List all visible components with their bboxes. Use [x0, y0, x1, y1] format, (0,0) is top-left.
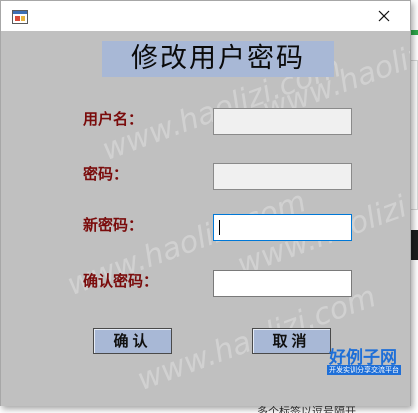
- logo-sub-text: 开发实训分享交流平台: [327, 365, 401, 375]
- new-password-field[interactable]: [213, 214, 352, 241]
- current-password-field[interactable]: [213, 163, 352, 190]
- app-window-icon: [12, 9, 28, 24]
- close-button[interactable]: [361, 1, 407, 31]
- password-label: 密码：: [83, 165, 129, 183]
- text-caret: [219, 220, 220, 235]
- confirm-password-field[interactable]: [213, 270, 352, 297]
- username-field[interactable]: [213, 108, 352, 135]
- site-logo: 好例子网 开发实训分享交流平台: [317, 343, 409, 383]
- page-title: 修改用户密码: [102, 41, 334, 77]
- new-password-label: 新密码：: [83, 216, 144, 234]
- confirm-button[interactable]: 确认: [93, 328, 172, 354]
- title-bar: [1, 1, 410, 31]
- confirm-password-label: 确认密码：: [83, 272, 159, 290]
- username-label: 用户名：: [83, 110, 144, 128]
